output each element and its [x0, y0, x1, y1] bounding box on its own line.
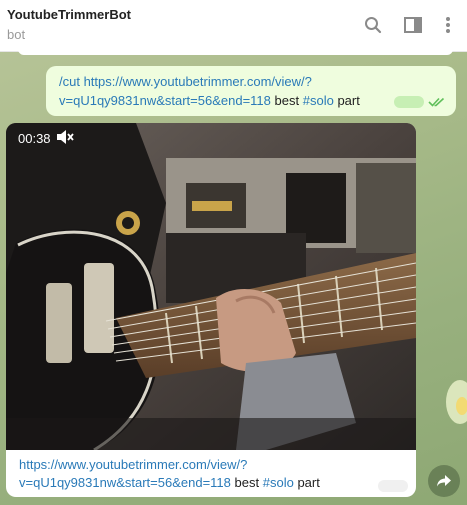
outgoing-message-text: /cut https://www.youtubetrimmer.com/view…	[59, 72, 444, 110]
command-link[interactable]: /cut https://www.youtubetrimmer.com/view…	[59, 74, 312, 89]
caption-link-cont[interactable]: v=qU1qy9831nw&start=56&end=118	[19, 475, 231, 490]
message-meta	[394, 96, 446, 108]
caption-link[interactable]: https://www.youtubetrimmer.com/view/?	[19, 457, 247, 472]
sidebar-toggle-icon[interactable]	[402, 14, 424, 36]
forward-button[interactable]	[428, 465, 460, 497]
caption-word-best: best	[234, 475, 260, 490]
caption-hashtag-link[interactable]: #solo	[263, 475, 294, 490]
search-icon[interactable]	[362, 14, 384, 36]
more-vertical-icon[interactable]	[437, 14, 459, 36]
chat-subtitle: bot	[7, 27, 26, 42]
video-frame	[6, 123, 416, 450]
message-time-blurred	[394, 96, 424, 108]
command-link-cont[interactable]: v=qU1qy9831nw&start=56&end=118	[59, 93, 271, 108]
video-caption: https://www.youtubetrimmer.com/view/? v=…	[19, 456, 409, 492]
video-duration: 00:38	[18, 131, 51, 146]
background-flower-decoration	[446, 380, 467, 424]
message-time-blurred	[378, 480, 408, 492]
double-check-icon	[428, 97, 445, 107]
outgoing-message-bubble[interactable]: /cut https://www.youtubetrimmer.com/view…	[46, 66, 456, 116]
message-word-part: part	[337, 93, 360, 108]
chat-header: YoutubeTrimmerBot bot	[0, 0, 467, 52]
chat-title[interactable]: YoutubeTrimmerBot	[7, 7, 131, 22]
message-word-best: best	[274, 93, 300, 108]
forward-arrow-icon	[437, 475, 451, 487]
video-player[interactable]: 00:38	[6, 123, 416, 450]
caption-word-part: part	[297, 475, 320, 490]
previous-message-bubble	[18, 49, 453, 55]
hashtag-link[interactable]: #solo	[303, 93, 334, 108]
incoming-video-message: 00:38 https://www.youtubetrimmer.com/vie…	[6, 123, 416, 497]
